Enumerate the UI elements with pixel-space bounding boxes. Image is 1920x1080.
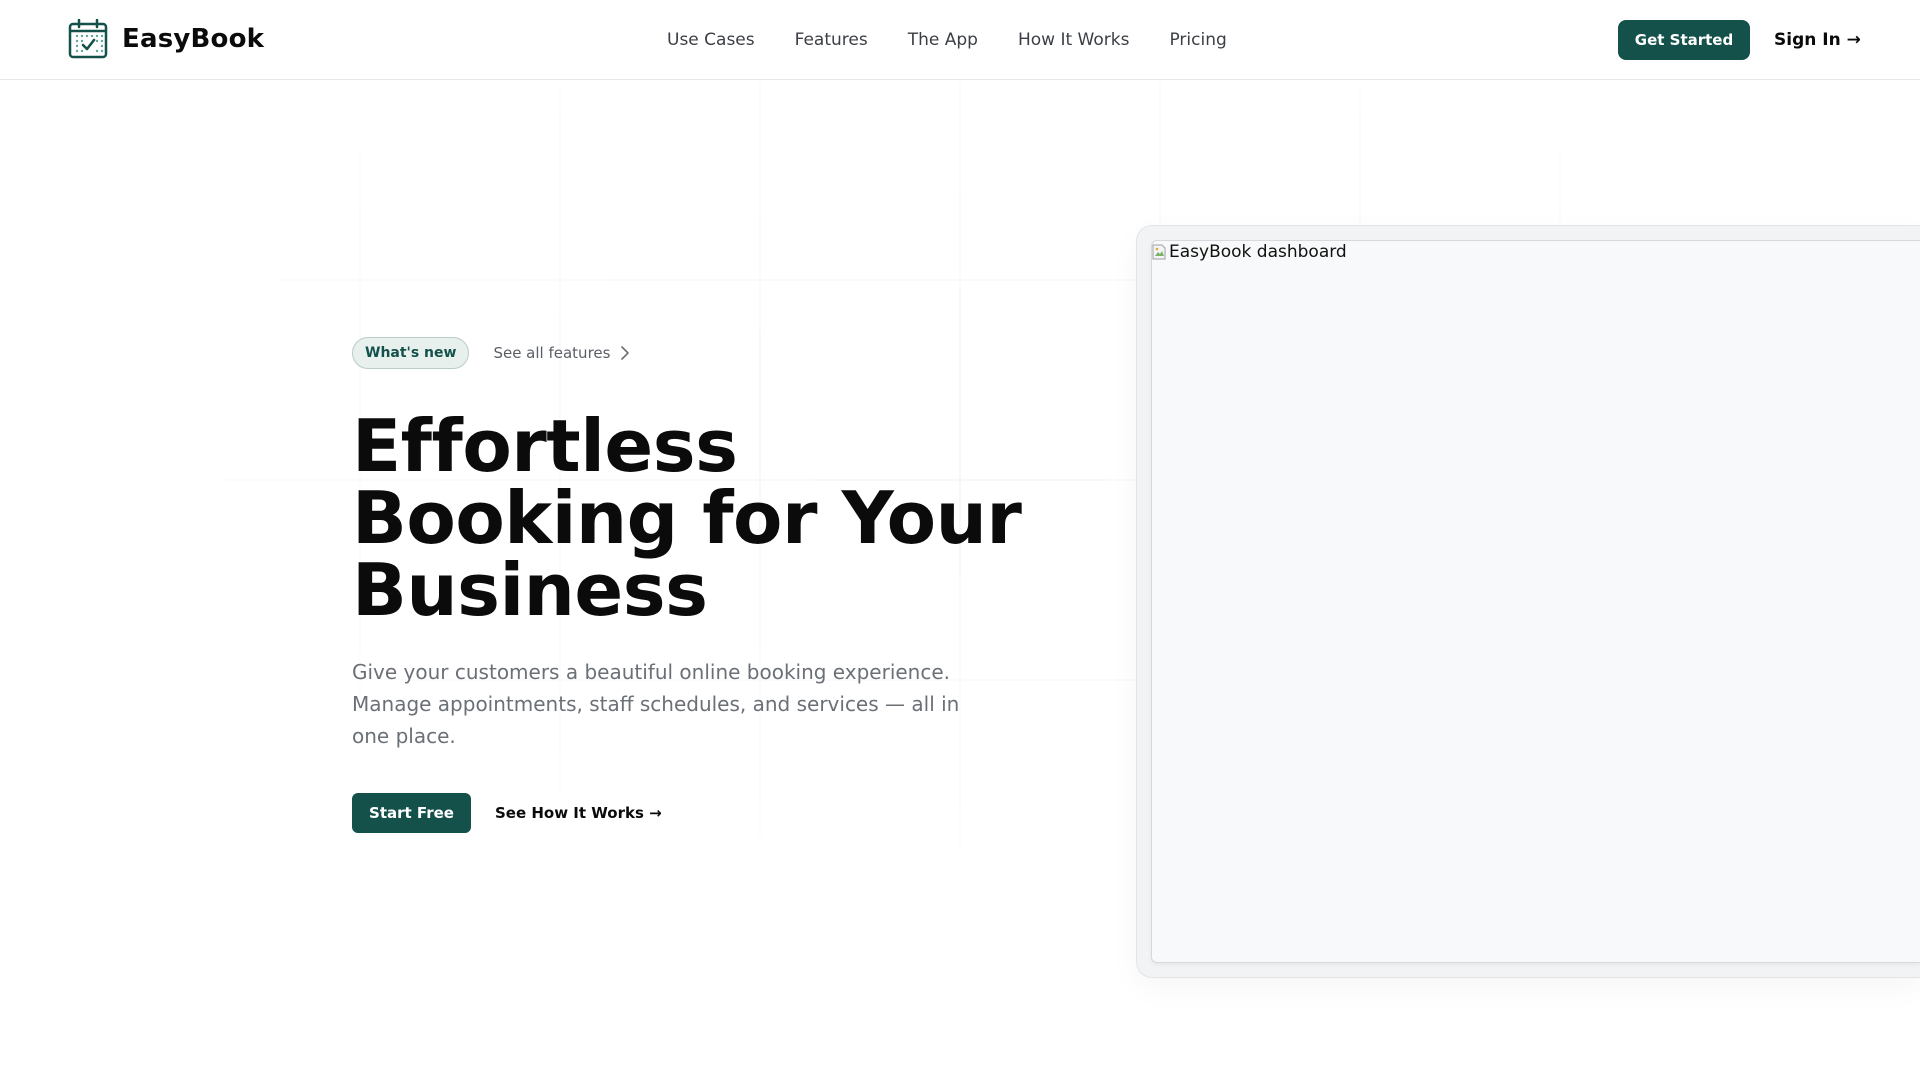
- dashboard-image: [1151, 240, 1920, 963]
- chevron-right-icon: [621, 346, 630, 360]
- hero-subtext: Give your customers a beautiful online b…: [352, 660, 960, 748]
- headline-line-2: Booking for Your: [352, 476, 1022, 560]
- brand-name: EasyBook: [122, 24, 265, 54]
- nav-item-features[interactable]: Features: [795, 30, 868, 50]
- dashboard-image-alt: EasyBook dashboard: [1151, 241, 1347, 263]
- main-nav: Use Cases Features The App How It Works …: [667, 0, 1227, 80]
- dashboard-image-alt-text: EasyBook dashboard: [1169, 242, 1347, 262]
- broken-image-icon: [1152, 244, 1166, 260]
- hero-headline: Effortless Booking for Your Business: [352, 410, 1072, 626]
- nav-item-the-app[interactable]: The App: [908, 30, 978, 50]
- see-all-features-link[interactable]: See all features: [493, 344, 630, 362]
- headline-line-1: Effortless: [352, 404, 738, 488]
- get-started-button[interactable]: Get Started: [1618, 20, 1750, 60]
- announcement-row: What's new See all features: [352, 337, 630, 369]
- calendar-check-icon: [68, 19, 108, 59]
- nav-item-how-it-works[interactable]: How It Works: [1018, 30, 1129, 50]
- headline-line-3: Business: [352, 548, 708, 632]
- nav-item-pricing[interactable]: Pricing: [1169, 30, 1226, 50]
- whats-new-badge[interactable]: What's new: [352, 337, 470, 369]
- nav-item-use-cases[interactable]: Use Cases: [667, 30, 755, 50]
- start-free-button[interactable]: Start Free: [352, 793, 471, 833]
- sign-in-link[interactable]: Sign In →: [1774, 20, 1861, 60]
- see-how-it-works-link[interactable]: See How It Works →: [495, 793, 662, 833]
- logo-link[interactable]: EasyBook: [68, 18, 264, 60]
- see-all-features-label: See all features: [493, 344, 611, 362]
- site-header: EasyBook Use Cases Features The App How …: [0, 0, 1920, 80]
